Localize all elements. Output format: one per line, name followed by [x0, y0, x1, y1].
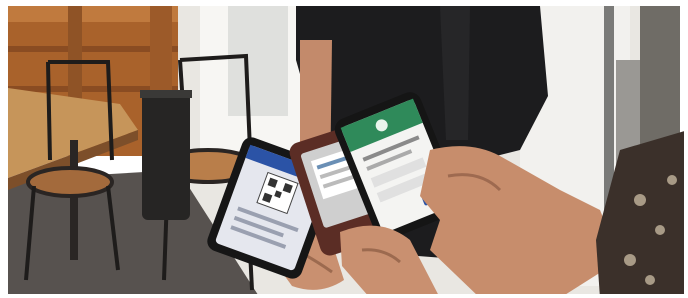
trash-bin: [140, 90, 192, 220]
photo-scene: [0, 0, 688, 298]
photo-illustration: [0, 0, 688, 298]
